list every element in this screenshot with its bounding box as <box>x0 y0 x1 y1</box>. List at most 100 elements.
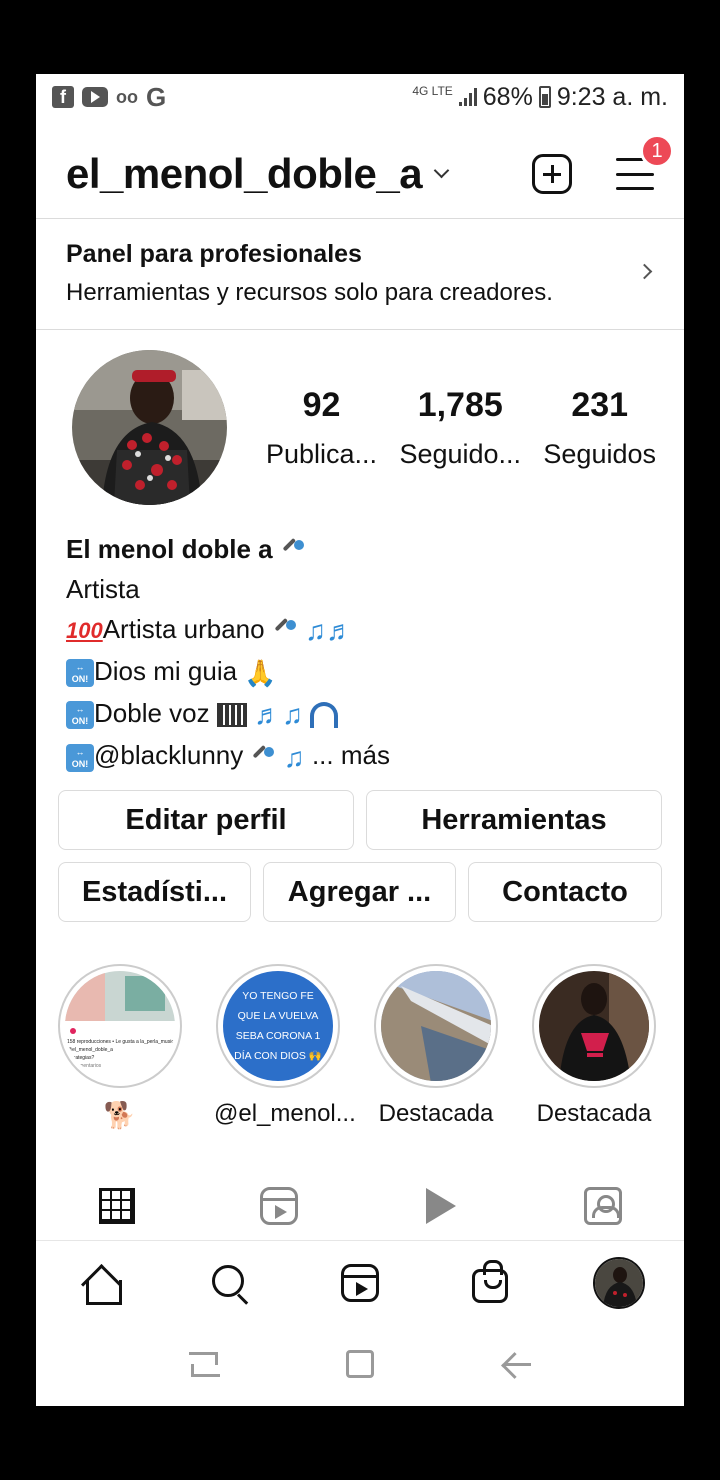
signal-icon <box>458 88 477 106</box>
story-highlight[interactable]: Destacada <box>372 964 500 1128</box>
phone-screen: f oo G 4G LTE 68% 9:23 a. m. el_menol_do… <box>36 74 684 1406</box>
profile-header: el_menol_doble_a 1 <box>36 134 684 214</box>
tab-videos[interactable] <box>360 1172 522 1240</box>
music-note-icon: ♬♫ <box>254 699 304 731</box>
back-icon[interactable] <box>501 1350 531 1378</box>
thumb-caption: 158 reproducciones • Le gusta a la_perla… <box>67 1039 174 1045</box>
on-badge-text: ON! <box>71 758 89 769</box>
recent-apps-icon[interactable] <box>189 1352 221 1377</box>
tools-button[interactable]: Herramientas <box>366 790 662 850</box>
stat-followers[interactable]: 1,785 Seguido... <box>399 386 521 470</box>
home-icon <box>81 1264 122 1305</box>
dog-emoji-icon: 🐕 <box>103 1100 137 1130</box>
system-home-icon[interactable] <box>345 1350 374 1378</box>
create-post-icon[interactable] <box>532 154 572 194</box>
highlight-thumbnail: 158 reproducciones • Le gusta a la_perla… <box>65 971 175 1081</box>
tagged-person-icon <box>584 1187 622 1225</box>
tab-tagged[interactable] <box>522 1172 684 1240</box>
panel-title: Panel para profesionales <box>66 240 362 268</box>
highlight-label: 🐕 <box>56 1100 184 1131</box>
clock: 9:23 a. m. <box>556 82 668 111</box>
bio-line: Dios mi guia <box>94 656 238 687</box>
stat-label: Publica... <box>266 439 378 469</box>
add-button[interactable]: Agregar ... <box>263 862 456 922</box>
story-highlight[interactable]: Destacada <box>530 964 658 1128</box>
stat-value: 92 <box>302 386 341 424</box>
thumb-caption: @el_menol_doble_a <box>67 1047 113 1053</box>
bio-mention[interactable]: @blacklunny <box>94 740 243 770</box>
highlight-label: Destacada <box>378 1100 494 1127</box>
microphone-icon <box>280 538 306 564</box>
reels-icon <box>260 1187 298 1225</box>
highlight-thumbnail <box>381 971 491 1081</box>
edit-profile-button[interactable]: Editar perfil <box>58 790 354 850</box>
content-tabs <box>36 1172 684 1240</box>
music-note-icon: ♫ <box>283 741 305 773</box>
stat-following[interactable]: 231 Seguidos <box>543 386 656 470</box>
avatar <box>593 1256 646 1309</box>
piano-icon <box>216 703 247 728</box>
thumb-caption: estrategias? <box>67 1055 94 1061</box>
menu-icon[interactable]: 1 <box>616 134 674 190</box>
battery-icon <box>538 86 551 108</box>
play-icon <box>426 1188 456 1224</box>
contact-button[interactable]: Contacto <box>468 862 662 922</box>
bio-more-link[interactable]: ... más <box>312 740 390 770</box>
shopping-bag-icon <box>471 1259 508 1303</box>
profile-stats: 92 Publica... 1,785 Seguido... 231 Segui… <box>266 386 656 470</box>
on-badge-text: ON! <box>71 716 89 727</box>
praying-hands-icon: 🙏 <box>244 658 277 689</box>
nav-home[interactable] <box>36 1241 166 1324</box>
stat-label: Seguidos <box>543 439 656 469</box>
bottom-navigation <box>36 1240 684 1324</box>
category-label: Artista <box>66 574 140 604</box>
music-note-icon: ♫♬ <box>305 615 355 647</box>
nav-profile[interactable] <box>554 1241 684 1324</box>
stat-value: 1,785 <box>417 386 503 424</box>
highlight-label: @el_menol... <box>214 1100 356 1127</box>
tab-reels[interactable] <box>198 1172 360 1240</box>
on-arrow-icon: ↔ ON! <box>66 743 94 772</box>
facebook-icon: f <box>52 86 74 108</box>
bio-line: Artista urbano <box>102 614 265 644</box>
nav-search[interactable] <box>166 1241 296 1324</box>
on-badge-text: ON! <box>71 674 89 685</box>
stat-posts[interactable]: 92 Publica... <box>266 386 377 470</box>
insights-button[interactable]: Estadísti... <box>58 862 251 922</box>
google-icon: G <box>146 81 167 112</box>
notification-badge: 1 <box>640 134 674 168</box>
headphones-icon <box>310 702 339 729</box>
stat-label: Seguido... <box>399 439 522 469</box>
username-switcher[interactable]: el_menol_doble_a <box>66 150 423 198</box>
on-arrow-icon: ↔ ON! <box>66 659 94 688</box>
display-name: El menol doble a <box>66 534 273 564</box>
microphone-icon <box>250 745 276 771</box>
nav-reels[interactable] <box>295 1241 425 1324</box>
bio-line: Doble voz <box>94 698 210 729</box>
highlight-label: Destacada <box>536 1100 652 1127</box>
chevron-down-icon[interactable] <box>433 162 450 178</box>
professional-dashboard[interactable]: Panel para profesionales Herramientas y … <box>36 220 684 330</box>
hundred-points-icon: 100 <box>66 618 103 644</box>
highlight-thumbnail <box>539 971 649 1081</box>
status-bar: f oo G 4G LTE 68% 9:23 a. m. <box>36 74 684 120</box>
voicemail-icon: oo <box>116 86 138 107</box>
reels-icon <box>340 1263 379 1302</box>
profile-avatar[interactable] <box>72 350 227 505</box>
microphone-icon <box>272 618 298 644</box>
highlight-image-text: YO TENGO FE QUE LA VUELVA SEBA CORONA 1 … <box>234 990 322 1062</box>
nav-shop[interactable] <box>425 1241 555 1324</box>
stat-value: 231 <box>571 386 629 424</box>
panel-subtitle: Herramientas y recursos solo para creado… <box>66 279 553 306</box>
on-arrow-icon: ↔ ON! <box>66 701 94 730</box>
thumb-caption: 15 comentarios <box>67 1063 102 1069</box>
divider <box>36 218 684 219</box>
grid-icon <box>99 1188 135 1224</box>
tab-posts-grid[interactable] <box>36 1172 198 1240</box>
profile-bio: El menol doble a Artista 100Artista urba… <box>66 529 666 778</box>
search-icon <box>210 1263 250 1303</box>
network-type: 4G LTE <box>412 84 453 98</box>
system-navigation <box>36 1326 684 1402</box>
story-highlight[interactable]: 158 reproducciones • Le gusta a la_perla… <box>56 964 184 1131</box>
story-highlight[interactable]: YO TENGO FE QUE LA VUELVA SEBA CORONA 1 … <box>214 964 356 1128</box>
